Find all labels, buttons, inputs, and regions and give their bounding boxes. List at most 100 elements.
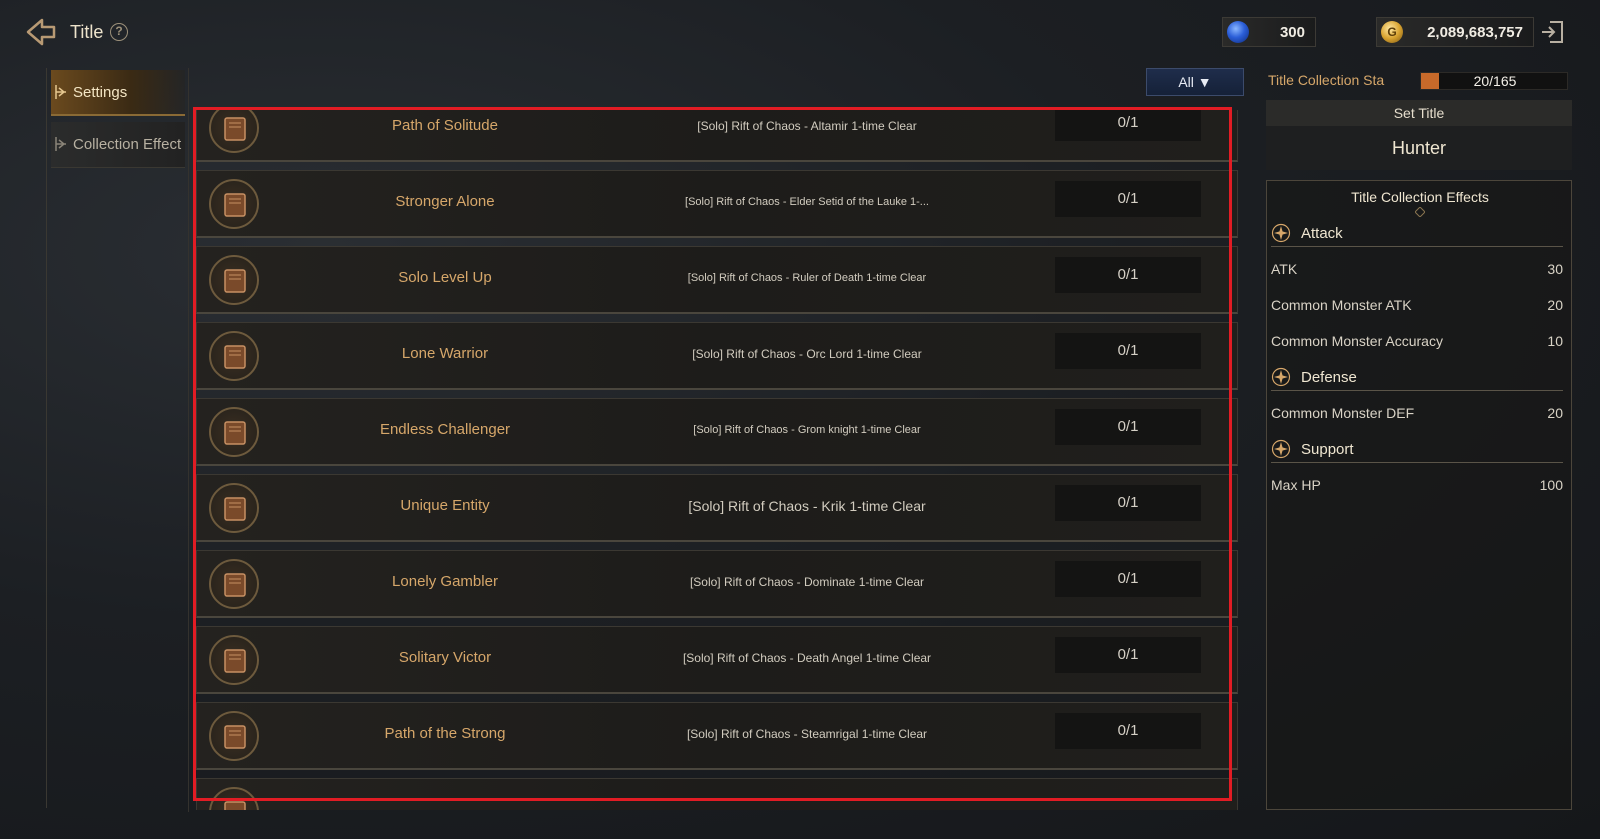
title-row[interactable]: Stronger Alone [Solo] Rift of Chaos - El… xyxy=(196,170,1238,238)
tab-settings[interactable]: Settings xyxy=(51,70,185,116)
tab-marker-icon xyxy=(55,85,66,99)
group-label: Support xyxy=(1301,441,1354,458)
title-name: Path of the Strong xyxy=(384,725,506,742)
compass-emblem-icon xyxy=(1271,223,1291,243)
filter-dropdown[interactable]: All ▼ xyxy=(1146,68,1244,96)
title-condition: [Solo] Rift of Chaos - Krik 1-time Clear xyxy=(688,498,926,514)
title-progress: 0/1 xyxy=(1055,409,1201,445)
book-icon xyxy=(209,787,259,810)
effect-value: 10 xyxy=(1547,333,1563,349)
title-row-partial[interactable] xyxy=(196,778,1238,810)
effect-value: 20 xyxy=(1547,405,1563,421)
gem-currency[interactable]: 300 xyxy=(1222,17,1316,47)
tab-label: Settings xyxy=(73,84,128,101)
book-icon xyxy=(209,331,259,381)
book-icon xyxy=(209,559,259,609)
gold-currency[interactable]: G 2,089,683,757 xyxy=(1376,17,1534,47)
ornament-icon xyxy=(1415,207,1425,217)
title-row[interactable]: Unique Entity [Solo] Rift of Chaos - Kri… xyxy=(196,474,1238,542)
back-arrow-icon[interactable] xyxy=(22,14,58,50)
filter-label: All xyxy=(1178,74,1194,90)
current-title[interactable]: Hunter xyxy=(1266,126,1572,170)
help-icon[interactable]: ? xyxy=(110,23,128,41)
compass-emblem-icon xyxy=(1271,439,1291,459)
title-row[interactable]: Solo Level Up [Solo] Rift of Chaos - Rul… xyxy=(196,246,1238,314)
effect-name: Common Monster ATK xyxy=(1271,297,1412,313)
title-progress: 0/1 xyxy=(1055,713,1201,749)
title-condition: [Solo] Rift of Chaos - Death Angel 1-tim… xyxy=(682,651,932,665)
effect-value: 30 xyxy=(1547,261,1563,277)
collection-status-label: Title Collection Sta xyxy=(1268,72,1385,88)
title-name: Stronger Alone xyxy=(395,193,495,210)
book-icon xyxy=(209,255,259,305)
right-panel: Title Collection Sta 20/165 Set Title Hu… xyxy=(1264,68,1576,828)
collection-effects-box: Title Collection Effects Attack ATK 30 C… xyxy=(1266,180,1572,810)
group-label: Defense xyxy=(1301,369,1357,386)
tab-label: Collection Effect xyxy=(73,136,182,153)
effect-name: Common Monster Accuracy xyxy=(1271,333,1443,349)
book-icon xyxy=(209,635,259,685)
title-condition: [Solo] Rift of Chaos - Steamrigal 1-time… xyxy=(686,727,928,741)
effect-line: Max HP 100 xyxy=(1271,477,1563,499)
title-list[interactable]: Path of Solitude [Solo] Rift of Chaos - … xyxy=(196,110,1244,810)
group-attack: Attack xyxy=(1271,221,1563,247)
title-row[interactable]: Lone Warrior [Solo] Rift of Chaos - Orc … xyxy=(196,322,1238,390)
left-nav: Settings Collection Effect xyxy=(46,68,188,808)
collection-progress-bar: 20/165 xyxy=(1420,72,1568,90)
effect-line: Common Monster DEF 20 xyxy=(1271,405,1563,427)
title-progress: 0/1 xyxy=(1055,333,1201,369)
effect-name: ATK xyxy=(1271,261,1298,277)
title-row[interactable]: Path of Solitude [Solo] Rift of Chaos - … xyxy=(196,110,1238,162)
title-condition: [Solo] Rift of Chaos - Elder Setid of th… xyxy=(685,196,929,208)
book-icon xyxy=(209,179,259,229)
title-row[interactable]: Endless Challenger [Solo] Rift of Chaos … xyxy=(196,398,1238,466)
title-name: Lonely Gambler xyxy=(392,573,498,590)
collection-progress-value: 20/165 xyxy=(1473,73,1517,89)
title-row[interactable]: Solitary Victor [Solo] Rift of Chaos - D… xyxy=(196,626,1238,694)
book-icon xyxy=(209,483,259,533)
title-name: Lone Warrior xyxy=(401,345,489,362)
title-progress: 0/1 xyxy=(1055,485,1201,521)
effect-value: 100 xyxy=(1539,477,1563,493)
blue-gem-icon xyxy=(1227,21,1249,43)
title-progress: 0/1 xyxy=(1055,561,1201,597)
title-progress: 0/1 xyxy=(1055,110,1201,141)
group-support: Support xyxy=(1271,437,1563,463)
effect-name: Common Monster DEF xyxy=(1271,405,1415,421)
tab-marker-icon xyxy=(55,137,66,151)
title-name: Solo Level Up xyxy=(398,269,492,286)
group-defense: Defense xyxy=(1271,365,1563,391)
effect-line: ATK 30 xyxy=(1271,261,1563,283)
title-row[interactable]: Path of the Strong [Solo] Rift of Chaos … xyxy=(196,702,1238,770)
effects-title: Title Collection Effects xyxy=(1351,189,1489,205)
title-condition: [Solo] Rift of Chaos - Orc Lord 1-time C… xyxy=(692,347,922,361)
effect-line: Common Monster ATK 20 xyxy=(1271,297,1563,319)
effect-line: Common Monster Accuracy 10 xyxy=(1271,333,1563,355)
title-progress: 0/1 xyxy=(1055,181,1201,217)
title-name: Unique Entity xyxy=(400,497,490,514)
title-condition: [Solo] Rift of Chaos - Altamir 1-time Cl… xyxy=(697,119,917,133)
title-condition: [Solo] Rift of Chaos - Ruler of Death 1-… xyxy=(687,272,927,284)
title-name: Solitary Victor xyxy=(398,649,492,666)
title-row[interactable]: Lonely Gambler [Solo] Rift of Chaos - Do… xyxy=(196,550,1238,618)
gem-amount: 300 xyxy=(1279,24,1305,41)
effect-name: Max HP xyxy=(1271,477,1321,493)
exit-icon[interactable] xyxy=(1540,18,1566,46)
effect-value: 20 xyxy=(1547,297,1563,313)
group-label: Attack xyxy=(1301,225,1343,242)
title-name: Path of Solitude xyxy=(392,117,498,134)
page-title: Title xyxy=(70,22,104,42)
title-condition: [Solo] Rift of Chaos - Grom knight 1-tim… xyxy=(693,424,921,436)
title-name: Endless Challenger xyxy=(379,421,511,438)
book-icon xyxy=(209,407,259,457)
book-icon xyxy=(209,110,259,153)
gold-coin-icon: G xyxy=(1381,21,1403,43)
gold-amount: 2,089,683,757 xyxy=(1427,24,1523,41)
compass-emblem-icon xyxy=(1271,367,1291,387)
book-icon xyxy=(209,711,259,761)
tab-collection-effect[interactable]: Collection Effect xyxy=(51,122,185,168)
set-title-header: Set Title xyxy=(1266,100,1572,126)
title-progress: 0/1 xyxy=(1055,257,1201,293)
chevron-down-icon: ▼ xyxy=(1197,74,1212,90)
title-progress: 0/1 xyxy=(1055,637,1201,673)
